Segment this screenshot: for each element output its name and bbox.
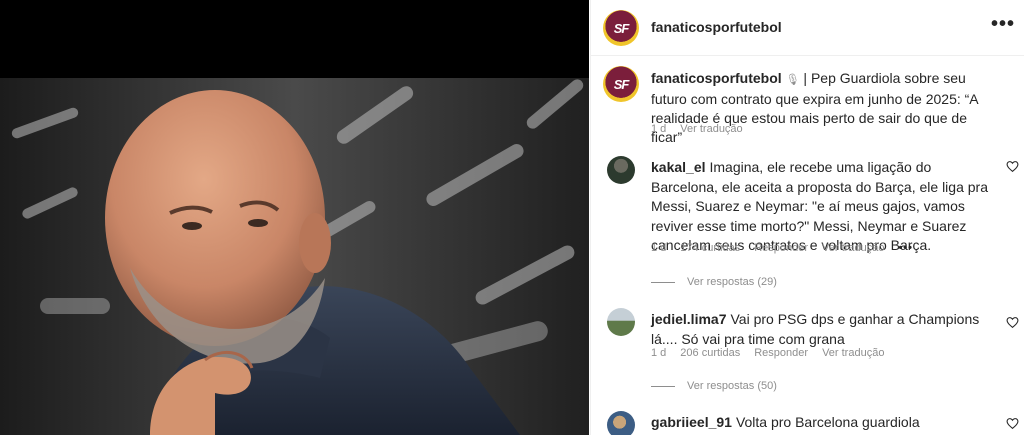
microphone-icon: 🎙 (785, 74, 800, 86)
commenter-avatar[interactable] (607, 411, 635, 435)
comment-reply-button[interactable]: Responder (754, 242, 808, 254)
comment-time[interactable]: 1 d (651, 347, 666, 359)
commenter-avatar[interactable] (607, 156, 635, 184)
post-header: SF fanaticosporfutebol ••• (591, 0, 1024, 56)
comment-options-icon[interactable]: ••• (898, 242, 913, 254)
replies-divider (651, 385, 675, 387)
comment-text-block: gabriieel_91 Volta pro Barcelona guardiol… (651, 413, 991, 433)
comment-translate-link[interactable]: Ver tradução (822, 347, 884, 359)
view-replies-label[interactable]: Ver respostas (29) (687, 276, 777, 288)
caption-text-block: fanaticosporfutebol 🎙 | Pep Guardiola so… (651, 69, 1001, 147)
comment-translate-link[interactable]: Ver tradução (822, 242, 884, 254)
caption-avatar[interactable]: SF (603, 66, 639, 102)
heart-outline-icon[interactable] (1006, 417, 1019, 430)
comment-text-block: jediel.lima7 Vai pro PSG dps e ganhar a C… (651, 310, 991, 349)
heart-outline-icon[interactable] (1006, 160, 1019, 173)
comment-meta: 1 d 174 curtidas Responder Ver tradução … (651, 242, 913, 254)
comment-likes[interactable]: 206 curtidas (680, 347, 740, 359)
post-sidebar: SF fanaticosporfutebol ••• SF fanaticosp… (590, 0, 1024, 435)
comment-text-block: kakal_el Imagina, ele recebe uma ligação … (651, 158, 991, 256)
view-replies-label[interactable]: Ver respostas (50) (687, 380, 777, 392)
heart-outline-icon[interactable] (1006, 316, 1019, 329)
comment-time[interactable]: 1 d (651, 242, 666, 254)
view-replies-button[interactable]: Ver respostas (50) (651, 380, 777, 392)
more-options-icon[interactable]: ••• (991, 14, 1015, 34)
comment-meta: 1 d 206 curtidas Responder Ver tradução (651, 347, 884, 359)
comment-username[interactable]: kakal_el (651, 159, 706, 175)
commenter-avatar[interactable] (607, 308, 635, 336)
header-username[interactable]: fanaticosporfutebol (651, 19, 782, 35)
post-media[interactable] (0, 0, 589, 435)
replies-divider (651, 281, 675, 283)
view-replies-button[interactable]: Ver respostas (29) (651, 276, 777, 288)
comment-username[interactable]: jediel.lima7 (651, 311, 726, 327)
comment-reply-button[interactable]: Responder (754, 347, 808, 359)
comment-likes[interactable]: 174 curtidas (680, 242, 740, 254)
caption-time[interactable]: 1 d (651, 123, 666, 135)
comment-username[interactable]: gabriieel_91 (651, 414, 732, 430)
post-photo (0, 78, 589, 435)
caption-meta: 1 d Ver tradução (651, 123, 743, 135)
profile-avatar[interactable]: SF (603, 10, 639, 46)
caption-translate-link[interactable]: Ver tradução (680, 123, 742, 135)
guardiola-photo-image (0, 78, 589, 435)
caption-username[interactable]: fanaticosporfutebol (651, 70, 782, 86)
comment-text: Volta pro Barcelona guardiola (735, 414, 920, 430)
